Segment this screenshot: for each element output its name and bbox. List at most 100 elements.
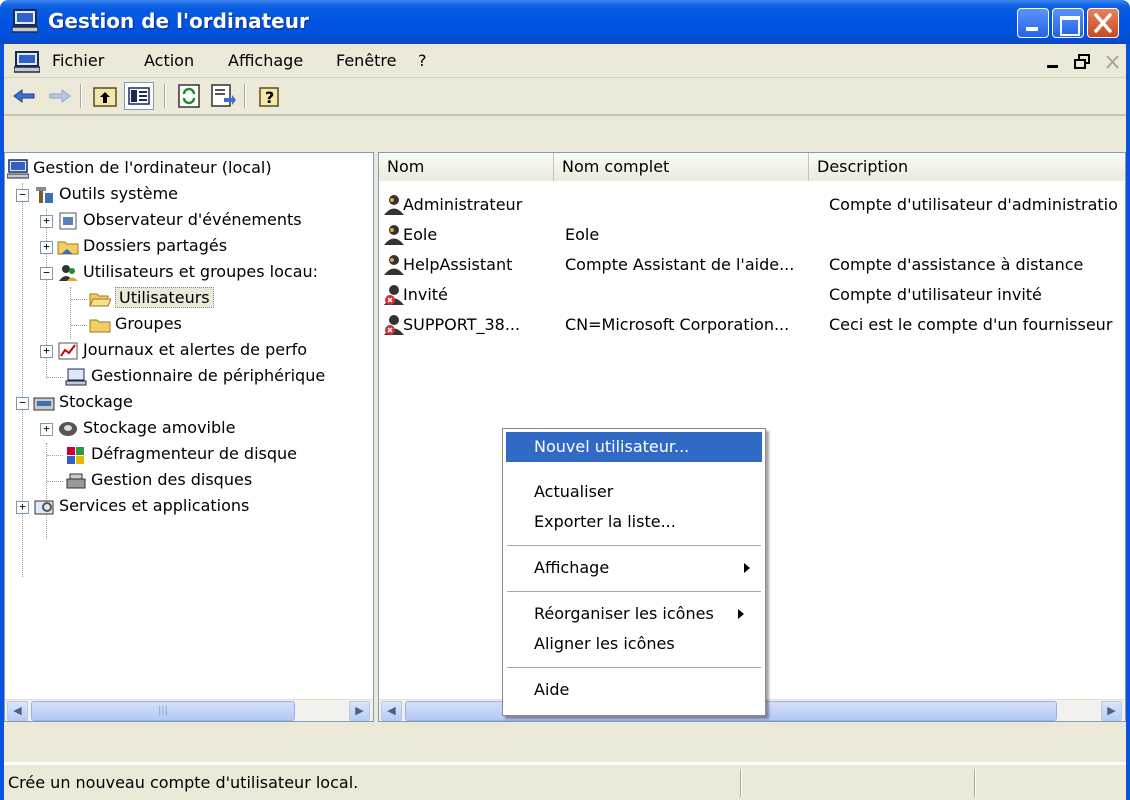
tree-item-observateur[interactable]: Observateur d'événements — [57, 207, 302, 233]
user-icon — [384, 255, 404, 275]
services-applications-icon — [34, 500, 54, 514]
tree-line — [47, 455, 63, 456]
context-menu: Nouvel utilisateur... Actualiser Exporte… — [502, 428, 766, 716]
tree-line — [71, 325, 87, 326]
tree-item-root[interactable]: Gestion de l'ordinateur (local) — [7, 155, 272, 181]
column-header-nom-complet[interactable]: Nom complet — [554, 153, 809, 181]
computer-management-icon — [7, 158, 29, 178]
computer-management-icon — [12, 9, 38, 33]
scroll-right-button[interactable]: ▶ — [1101, 701, 1122, 721]
tree-item-label: Outils système — [59, 184, 179, 203]
close-icon — [1094, 13, 1112, 33]
menu-fichier[interactable]: Fichier — [52, 51, 104, 70]
tree-item-groupes[interactable]: Groupes — [89, 311, 182, 337]
menu-separator — [507, 545, 761, 546]
disk-defragmenter-icon — [67, 446, 84, 464]
tree-item-journaux[interactable]: Journaux et alertes de perfo — [57, 337, 307, 363]
toolbar: ? — [4, 78, 1126, 116]
tree-item-gestion-disques[interactable]: Gestion des disques — [65, 467, 252, 493]
menu-fenetre[interactable]: Fenêtre — [336, 51, 397, 70]
menu-item-aide[interactable]: Aide — [506, 675, 762, 705]
menu-item-label: Réorganiser les icônes — [534, 604, 714, 623]
user-icon — [384, 195, 404, 215]
scroll-thumb[interactable]: ||| — [31, 701, 295, 721]
cell-description: Compte d'assistance à distance — [829, 255, 1084, 274]
collapse-toggle[interactable]: − — [16, 397, 29, 410]
menu-action[interactable]: Action — [144, 51, 194, 70]
tree-item-stockage[interactable]: Stockage — [33, 389, 133, 415]
toolbar-separator — [164, 84, 166, 108]
close-button[interactable] — [1087, 8, 1119, 38]
maximize-button[interactable] — [1052, 8, 1084, 38]
mdi-close-button[interactable] — [1100, 51, 1126, 73]
tree-item-label: Journaux et alertes de perfo — [83, 340, 308, 359]
tree-item-utilisateurs[interactable]: Utilisateurs — [89, 285, 214, 311]
export-list-button[interactable] — [208, 82, 238, 110]
tree-hscrollbar[interactable]: ◀ ||| ▶ — [5, 699, 373, 721]
tree-item-label: Observateur d'événements — [83, 210, 302, 229]
tree-item-outils-systeme[interactable]: Outils système — [33, 181, 178, 207]
submenu-arrow-icon — [744, 563, 750, 573]
mdi-restore-button[interactable] — [1070, 51, 1096, 73]
status-text: Crée un nouveau compte d'utilisateur loc… — [8, 773, 359, 792]
mdi-controls — [1040, 51, 1128, 73]
show-hide-tree-button[interactable] — [124, 82, 154, 110]
tree-item-stockage-amovible[interactable]: Stockage amovible — [57, 415, 235, 441]
open-folder-icon — [89, 293, 111, 306]
menu-item-nouvel-utilisateur[interactable]: Nouvel utilisateur... — [506, 432, 762, 462]
expand-toggle[interactable]: + — [40, 423, 53, 436]
menu-item-affichage[interactable]: Affichage — [506, 553, 762, 583]
expand-toggle[interactable]: + — [16, 501, 29, 514]
performance-logs-icon — [58, 342, 78, 359]
cell-description: Ceci est le compte d'un fournisseur — [829, 315, 1113, 334]
scroll-left-button[interactable]: ◀ — [7, 701, 28, 721]
window-title: Gestion de l'ordinateur — [48, 9, 309, 33]
cell-nom: SUPPORT_38... — [403, 315, 521, 334]
removable-storage-icon — [59, 421, 77, 436]
scroll-right-button[interactable]: ▶ — [349, 701, 370, 721]
scroll-left-button[interactable]: ◀ — [381, 701, 402, 721]
tree-item-defragmenteur[interactable]: Défragmenteur de disque — [65, 441, 297, 467]
tree-item-label: Services et applications — [59, 496, 250, 515]
expand-toggle[interactable]: + — [40, 241, 53, 254]
menu-item-actualiser[interactable]: Actualiser — [506, 477, 762, 507]
back-button[interactable] — [10, 82, 40, 110]
expand-toggle[interactable]: + — [40, 215, 53, 228]
up-level-button[interactable] — [90, 82, 120, 110]
menu-item-exporter-liste[interactable]: Exporter la liste... — [506, 507, 762, 537]
system-menu-icon[interactable] — [14, 51, 40, 73]
disabled-user-icon — [384, 315, 404, 335]
tree-item-utilisateurs-groupes[interactable]: Utilisateurs et groupes locau: — [57, 259, 318, 285]
storage-icon — [33, 397, 55, 410]
tree-item-services-applications[interactable]: Services et applications — [33, 493, 249, 519]
console-tree[interactable]: Gestion de l'ordinateur (local) − Outils… — [4, 152, 374, 722]
column-header-description[interactable]: Description — [809, 153, 1125, 181]
cell-nom-complet: Compte Assistant de l'aide... — [565, 255, 795, 274]
tree-item-gestionnaire-peripheriques[interactable]: Gestionnaire de périphérique — [65, 363, 325, 389]
mdi-minimize-button[interactable] — [1040, 51, 1066, 73]
title-bar[interactable]: Gestion de l'ordinateur — [0, 0, 1130, 44]
tree-line — [22, 183, 23, 577]
close-icon — [1106, 55, 1119, 69]
expand-toggle[interactable]: + — [40, 345, 53, 358]
menu-help[interactable]: ? — [418, 51, 427, 70]
cell-nom: Invité — [403, 285, 448, 304]
help-button[interactable]: ? — [254, 82, 284, 110]
collapse-toggle[interactable]: − — [40, 267, 53, 280]
menu-item-reorganiser-icones[interactable]: Réorganiser les icônes — [506, 599, 762, 629]
refresh-button[interactable] — [174, 82, 204, 110]
toolbar-separator — [80, 84, 82, 108]
column-header-nom[interactable]: Nom — [379, 153, 554, 181]
submenu-arrow-icon — [738, 609, 744, 619]
menu-item-aligner-icones[interactable]: Aligner les icônes — [506, 629, 762, 659]
menu-affichage[interactable]: Affichage — [228, 51, 303, 70]
menu-separator — [507, 591, 761, 592]
status-bar: Crée un nouveau compte d'utilisateur loc… — [4, 764, 1126, 800]
forward-button[interactable] — [44, 82, 74, 110]
tree-item-label: Gestionnaire de périphérique — [91, 366, 326, 385]
minimize-button[interactable] — [1017, 8, 1049, 38]
tree-item-dossiers-partages[interactable]: Dossiers partagés — [57, 233, 227, 259]
users-groups-icon — [59, 264, 78, 281]
collapse-toggle[interactable]: − — [16, 189, 29, 202]
cell-nom: Administrateur — [403, 195, 523, 214]
